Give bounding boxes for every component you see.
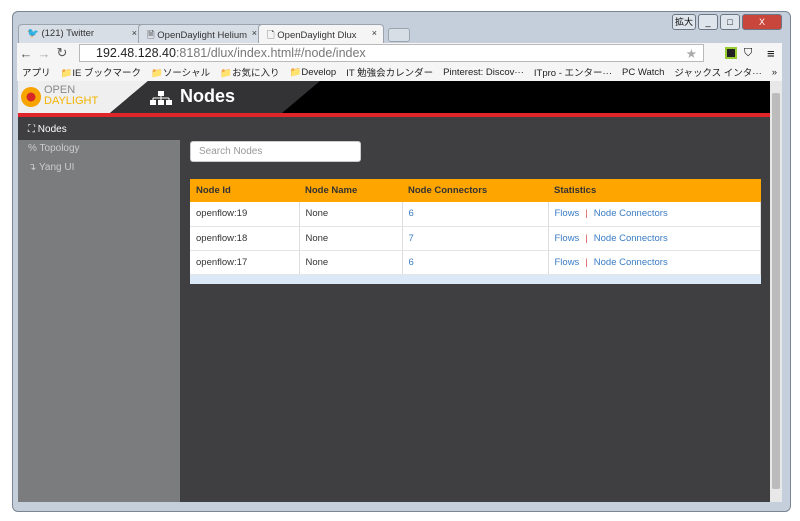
connectors-link[interactable]: 6 <box>409 208 414 219</box>
node-name: None <box>299 250 403 275</box>
tab-label: (121) Twitter <box>41 28 95 39</box>
node-id: openflow:17 <box>190 250 300 275</box>
page-title: Nodes <box>180 86 236 106</box>
yang-icon: ↴ <box>28 162 37 173</box>
close-tab-icon[interactable]: × <box>132 28 137 38</box>
column-header[interactable]: Node Id <box>190 179 299 202</box>
more-bookmarks-button[interactable]: » <box>772 67 777 78</box>
forward-icon[interactable]: → <box>35 46 53 61</box>
flows-link[interactable]: Flows <box>555 233 580 244</box>
close-window-button[interactable]: X <box>742 14 782 30</box>
bookmark-link[interactable]: ITpro - エンター··· <box>534 65 612 79</box>
node-name: None <box>299 202 403 227</box>
topology-icon: % <box>28 143 37 154</box>
node-connectors-link[interactable]: Node Connectors <box>594 208 668 219</box>
column-header[interactable]: Node Name <box>299 179 402 202</box>
bookmark-link[interactable]: PC Watch <box>622 67 664 78</box>
sidebar-item-topology[interactable]: % Topology <box>18 140 180 159</box>
flower-icon <box>21 87 41 107</box>
connectors-link[interactable]: 6 <box>409 257 414 268</box>
flows-link[interactable]: Flows <box>555 208 580 219</box>
tab-label: OpenDaylight Dlux <box>277 30 357 41</box>
minimize-button[interactable]: _ <box>698 14 718 30</box>
bookmark-link[interactable]: Pinterest: Discov··· <box>443 67 524 78</box>
page-icon: 🗎 <box>147 30 158 41</box>
close-tab-icon[interactable]: × <box>252 28 257 38</box>
twitter-icon: 🐦 <box>27 28 42 39</box>
search-input[interactable]: Search Nodes <box>190 141 361 162</box>
tab-strip: 🐦 (121) Twitter × 🗎 OpenDaylight Helium × … <box>18 24 410 43</box>
sidebar-item-yang-ui[interactable]: ↴ Yang UI <box>18 159 180 178</box>
node-connectors-link[interactable]: Node Connectors <box>594 233 668 244</box>
maximize-button[interactable]: □ <box>720 14 740 30</box>
browser-toolbar: ← → ↻ 192.48.128.40:8181/dlux/index.html… <box>17 43 782 63</box>
table-row: openflow:17 None 6 Flows | Node Connectors <box>190 250 761 275</box>
tab-label: OpenDaylight Helium <box>157 30 248 41</box>
node-id: openflow:18 <box>190 226 300 251</box>
nodes-icon <box>150 91 172 105</box>
back-icon[interactable]: ← <box>17 46 35 61</box>
node-name: None <box>299 226 403 251</box>
node-id: openflow:19 <box>190 202 300 227</box>
ime-button[interactable]: 拡大 <box>672 14 696 30</box>
close-tab-icon[interactable]: × <box>372 28 377 38</box>
table-header: Node Id Node Name Node Connectors Statis… <box>190 179 761 202</box>
bookmark-folder[interactable]: 📁お気に入り <box>220 65 279 79</box>
address-bar[interactable]: 192.48.128.40:8181/dlux/index.html#/node… <box>79 44 704 62</box>
menu-icon[interactable]: ≡ <box>767 46 775 61</box>
scrollbar[interactable] <box>770 81 782 502</box>
page-icon: 🗋 <box>267 30 278 41</box>
page-content: OPEN DAYLIGHT Nodes ⛶ Nodes % Topology ↴ … <box>18 81 770 502</box>
extension-icon[interactable] <box>725 47 737 59</box>
header-accent <box>18 113 770 117</box>
star-icon[interactable]: ★ <box>686 46 697 61</box>
nodes-icon: ⛶ <box>28 124 35 135</box>
url-path: :8181/dlux/index.html#/node/index <box>175 46 366 60</box>
tab-opendaylight-dlux[interactable]: 🗋 OpenDaylight Dlux × <box>258 24 384 43</box>
bookmark-folder[interactable]: 📁ソーシャル <box>151 65 210 79</box>
bookmark-folder[interactable]: 📁Develop <box>290 67 337 78</box>
url-host: 192.48.128.40 <box>96 46 176 60</box>
table-footer <box>190 274 761 284</box>
reload-icon[interactable]: ↻ <box>53 45 71 61</box>
tab-twitter[interactable]: 🐦 (121) Twitter × <box>18 24 144 43</box>
flows-link[interactable]: Flows <box>555 257 580 268</box>
column-header[interactable]: Node Connectors <box>402 179 548 202</box>
bookmark-apps[interactable]: アプリ <box>22 65 51 79</box>
sidebar-item-nodes[interactable]: ⛶ Nodes <box>18 121 180 140</box>
new-tab-button[interactable] <box>388 28 410 42</box>
tab-opendaylight-helium[interactable]: 🗎 OpenDaylight Helium × <box>138 24 264 43</box>
column-header[interactable]: Statistics <box>548 179 761 202</box>
bookmarks-bar: アプリ 📁IE ブックマーク 📁ソーシャル 📁お気に入り 📁Develop IT… <box>17 63 782 81</box>
node-connectors-link[interactable]: Node Connectors <box>594 257 668 268</box>
app-header: OPEN DAYLIGHT Nodes <box>18 81 770 113</box>
sidebar: ⛶ Nodes % Topology ↴ Yang UI <box>18 121 180 502</box>
connectors-link[interactable]: 7 <box>409 233 414 244</box>
bookmark-folder[interactable]: 📁IE ブックマーク <box>61 65 141 79</box>
nodes-table: Node Id Node Name Node Connectors Statis… <box>190 179 761 284</box>
bookmark-link[interactable]: IT 勉強会カレンダー <box>346 65 433 79</box>
scrollbar-thumb[interactable] <box>772 93 780 489</box>
pocket-icon[interactable]: ⛉ <box>744 47 752 60</box>
table-row: openflow:18 None 7 Flows | Node Connectors <box>190 226 761 251</box>
bookmark-link[interactable]: ジャックス インタ··· <box>674 65 761 79</box>
table-row: openflow:19 None 6 Flows | Node Connectors <box>190 202 761 227</box>
